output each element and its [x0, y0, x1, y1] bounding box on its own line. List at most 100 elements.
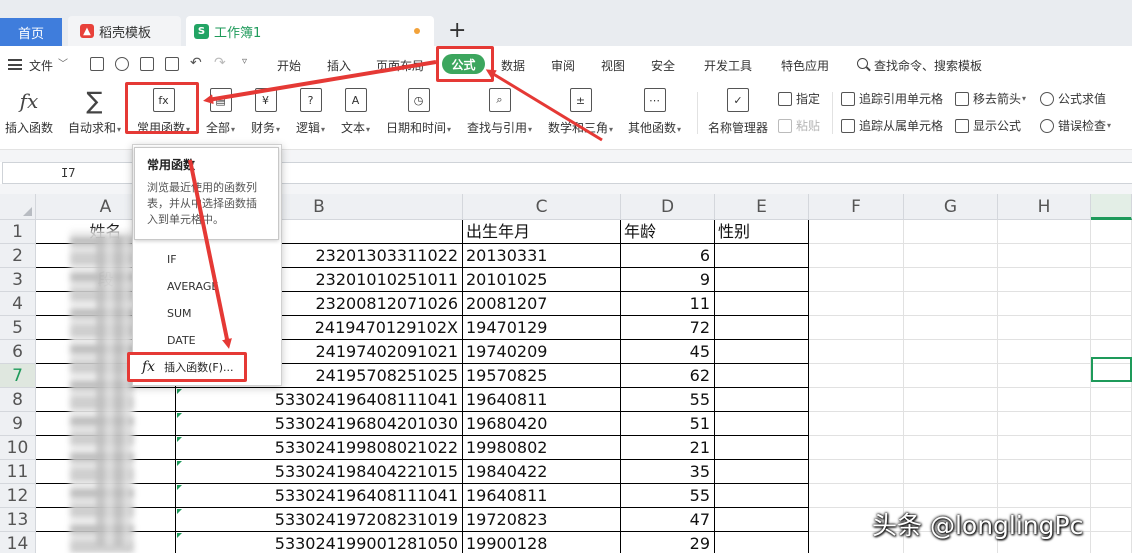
cell-d[interactable]: 29 — [621, 532, 715, 553]
menu-developer[interactable]: 开发工具 — [704, 57, 752, 74]
print-preview-icon[interactable] — [165, 57, 179, 71]
select-all-corner[interactable] — [0, 194, 36, 220]
row-header-12[interactable]: 12 — [0, 484, 36, 508]
cell-c[interactable]: 19470129 — [463, 316, 621, 340]
cell-e[interactable] — [715, 436, 809, 460]
remove-arrows-button[interactable]: 移去箭头 ▾ — [955, 90, 1026, 107]
cell-d[interactable]: 62 — [621, 364, 715, 388]
cell-d[interactable]: 11 — [621, 292, 715, 316]
save-icon[interactable] — [90, 57, 104, 71]
tab-workbook[interactable]: S 工作簿1 — [186, 16, 434, 46]
function-item-average[interactable]: AVERAGE — [167, 280, 218, 293]
empty-cell[interactable] — [998, 292, 1091, 316]
cell-e[interactable] — [715, 388, 809, 412]
cell-c[interactable]: 19740209 — [463, 340, 621, 364]
empty-cell[interactable] — [998, 484, 1091, 508]
empty-cell[interactable] — [904, 484, 998, 508]
financial-button[interactable]: ¥ 财务▾ — [251, 88, 280, 136]
row-header-8[interactable]: 8 — [0, 388, 36, 412]
paste-name-button[interactable]: 粘贴 — [778, 117, 820, 134]
empty-cell[interactable] — [1091, 316, 1132, 340]
empty-cell[interactable] — [1091, 460, 1132, 484]
menu-start[interactable]: 开始 — [277, 57, 301, 74]
empty-cell[interactable] — [809, 364, 904, 388]
cell-d[interactable]: 45 — [621, 340, 715, 364]
empty-cell[interactable] — [809, 436, 904, 460]
cell-c[interactable]: 19680420 — [463, 412, 621, 436]
empty-cell[interactable] — [998, 268, 1091, 292]
formula-input[interactable] — [272, 162, 1132, 184]
empty-cell[interactable] — [1091, 532, 1132, 553]
cell-e[interactable] — [715, 268, 809, 292]
menu-insert[interactable]: 插入 — [327, 57, 351, 74]
function-item-sum[interactable]: SUM — [167, 307, 192, 320]
cell-e[interactable] — [715, 340, 809, 364]
column-header-f[interactable]: F — [809, 194, 904, 220]
row-header-11[interactable]: 11 — [0, 460, 36, 484]
menu-page-layout[interactable]: 页面布局 — [376, 57, 424, 74]
empty-cell[interactable] — [998, 340, 1091, 364]
cell-b[interactable]: 533024198404221015 — [176, 460, 463, 484]
empty-cell[interactable] — [1091, 244, 1132, 268]
empty-cell[interactable] — [809, 412, 904, 436]
function-item-date[interactable]: DATE — [167, 334, 196, 347]
row-header-14[interactable]: 14 — [0, 532, 36, 553]
column-header-d[interactable]: D — [621, 194, 715, 220]
empty-cell[interactable] — [904, 268, 998, 292]
row-header-1[interactable]: 1 — [0, 220, 36, 244]
specify-button[interactable]: 指定 — [778, 90, 820, 107]
empty-cell[interactable] — [904, 364, 998, 388]
empty-cell[interactable] — [809, 268, 904, 292]
header-cell-d[interactable]: 年龄 — [621, 220, 715, 244]
undo-icon[interactable]: ↶ — [190, 55, 202, 71]
cell-d[interactable]: 47 — [621, 508, 715, 532]
math-trig-button[interactable]: ± 数学和三角▾ — [548, 88, 613, 136]
tab-home[interactable]: 首页 — [0, 18, 62, 46]
column-header-g[interactable]: G — [904, 194, 998, 220]
empty-cell[interactable] — [998, 316, 1091, 340]
cell-d[interactable]: 55 — [621, 484, 715, 508]
export-icon[interactable] — [115, 57, 129, 71]
cell-d[interactable]: 51 — [621, 412, 715, 436]
row-header-13[interactable]: 13 — [0, 508, 36, 532]
cell-c[interactable]: 19640811 — [463, 484, 621, 508]
more-functions-button[interactable]: ⋯ 其他函数▾ — [628, 88, 681, 136]
cell-b[interactable]: 533024196408111041 — [176, 484, 463, 508]
empty-cell[interactable] — [1091, 508, 1132, 532]
cell-d[interactable]: 21 — [621, 436, 715, 460]
insert-function-menu-item[interactable]: fx 插入函数(F)... — [127, 352, 247, 382]
empty-cell[interactable] — [998, 244, 1091, 268]
file-menu[interactable]: 文件 — [29, 57, 53, 74]
row-header-2[interactable]: 2 — [0, 244, 36, 268]
empty-cell[interactable] — [904, 460, 998, 484]
empty-cell[interactable] — [904, 292, 998, 316]
column-header-e[interactable]: E — [715, 194, 809, 220]
text-button[interactable]: A 文本▾ — [341, 88, 370, 136]
menu-special[interactable]: 特色应用 — [781, 57, 829, 74]
cell-c[interactable]: 19570825 — [463, 364, 621, 388]
empty-cell[interactable] — [904, 388, 998, 412]
cell-c[interactable]: 20081207 — [463, 292, 621, 316]
empty-cell[interactable] — [1091, 292, 1132, 316]
cell-c[interactable]: 19640811 — [463, 388, 621, 412]
empty-cell[interactable] — [998, 436, 1091, 460]
empty-cell[interactable] — [809, 292, 904, 316]
cell-b[interactable]: 533024196804201030 — [176, 412, 463, 436]
header-cell-c[interactable]: 出生年月 — [463, 220, 621, 244]
empty-cell[interactable] — [904, 220, 998, 244]
show-formulas-button[interactable]: 显示公式 — [955, 117, 1021, 134]
cell-d[interactable]: 72 — [621, 316, 715, 340]
cell-c[interactable]: 19900128 — [463, 532, 621, 553]
row-header-9[interactable]: 9 — [0, 412, 36, 436]
trace-dependents-button[interactable]: 追踪从属单元格 — [841, 117, 943, 134]
cell-e[interactable] — [715, 412, 809, 436]
function-item-if[interactable]: IF — [167, 253, 177, 266]
date-time-button[interactable]: ◷ 日期和时间▾ — [386, 88, 451, 136]
tab-template[interactable]: ▲ 稻壳模板 — [68, 16, 181, 46]
column-header-c[interactable]: C — [463, 194, 621, 220]
empty-cell[interactable] — [1091, 388, 1132, 412]
cell-c[interactable]: 19980802 — [463, 436, 621, 460]
trace-precedents-button[interactable]: 追踪引用单元格 — [841, 90, 943, 107]
empty-cell[interactable] — [998, 388, 1091, 412]
name-manager-button[interactable]: ✓ 名称管理器 — [708, 88, 768, 136]
